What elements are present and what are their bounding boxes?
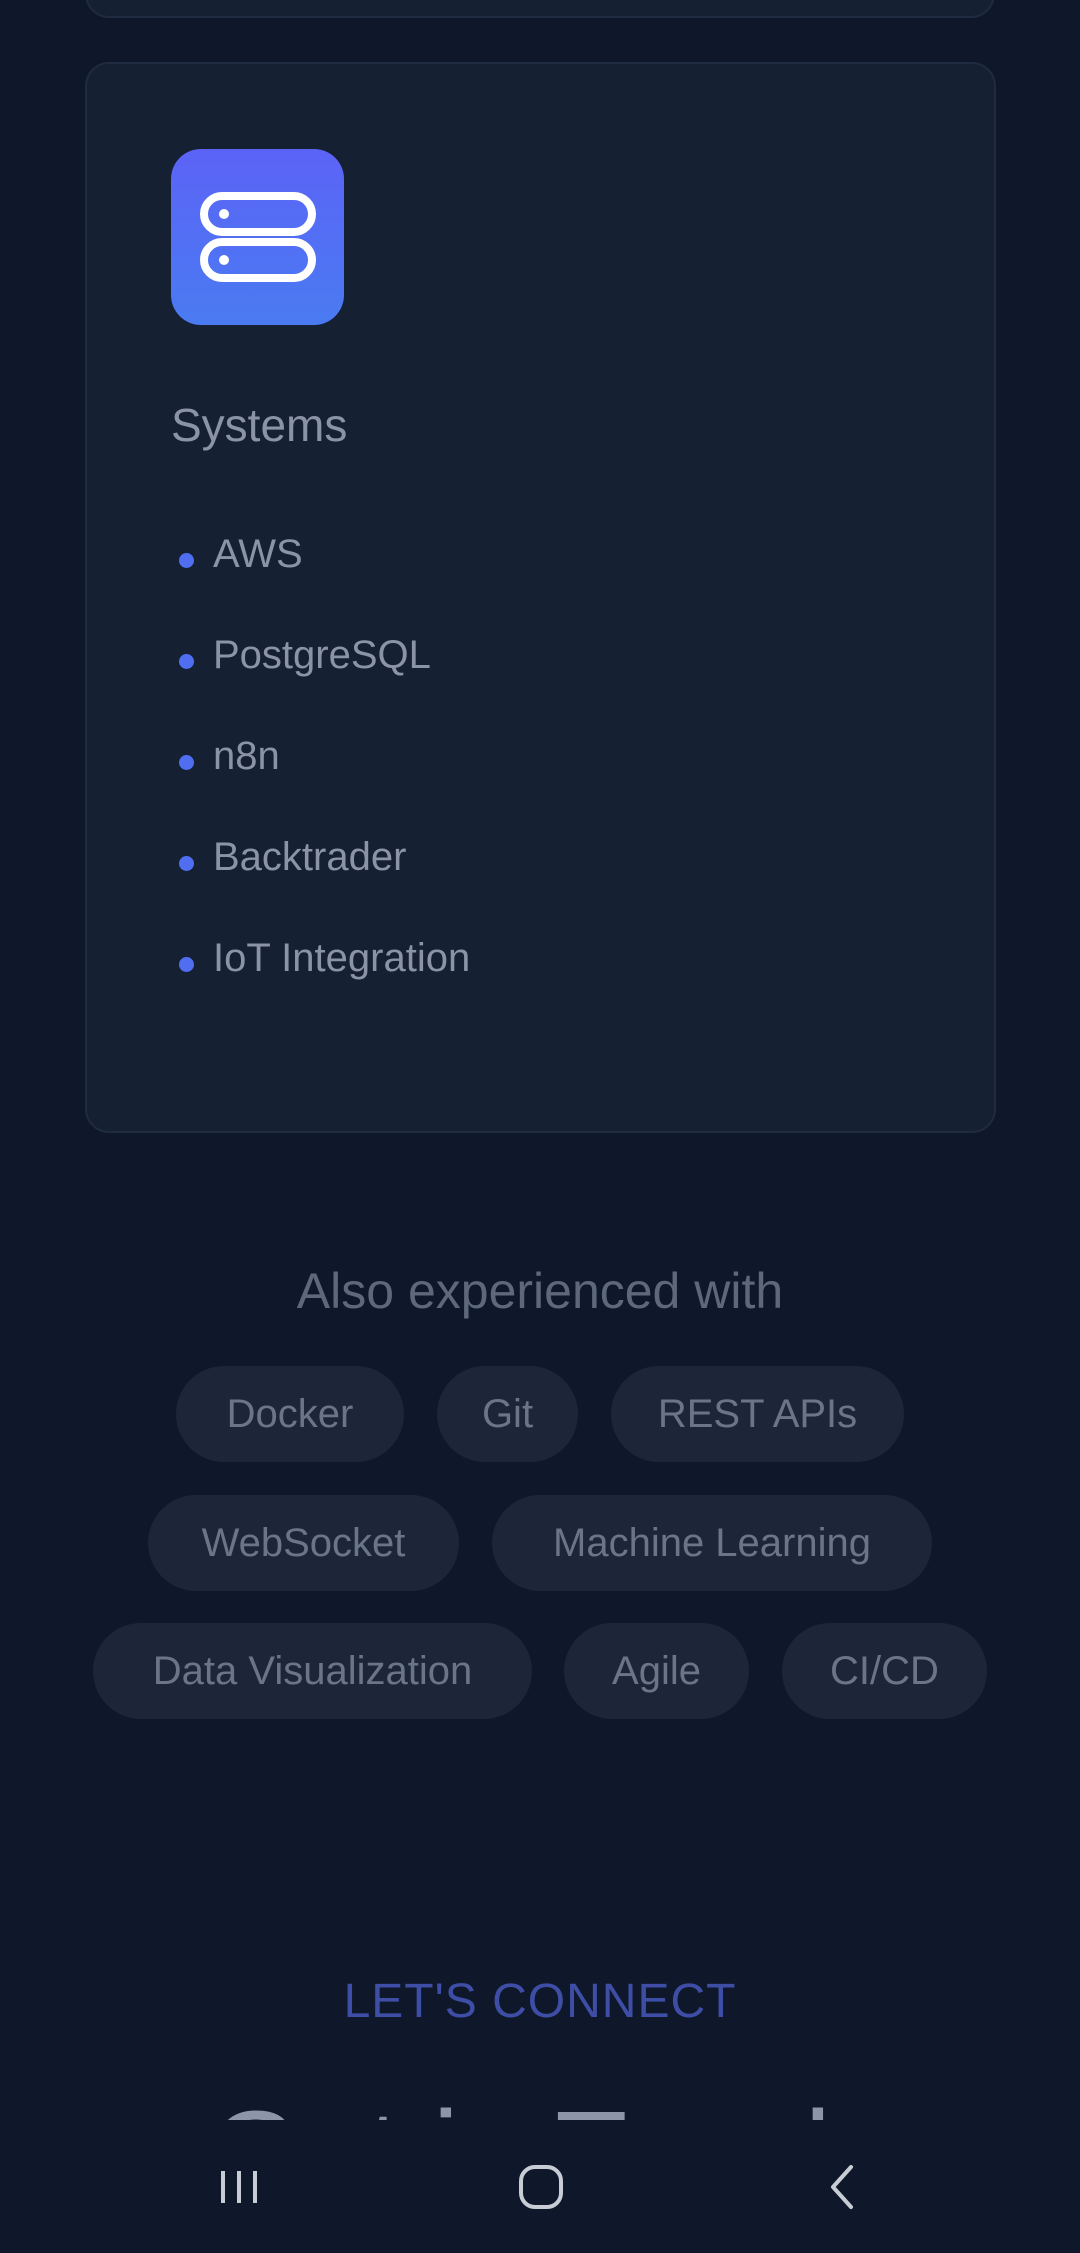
tech-chip-websocket: WebSocket <box>148 1495 459 1591</box>
tech-chip-docker: Docker <box>176 1366 404 1462</box>
skill-item: AWS <box>171 534 470 635</box>
skill-item: PostgreSQL <box>171 635 470 736</box>
back-icon[interactable] <box>803 2147 883 2227</box>
recent-apps-icon[interactable] <box>199 2147 279 2227</box>
skill-item: Backtrader <box>171 837 470 938</box>
bullet-dot-icon <box>179 755 194 770</box>
tech-chip-rest-apis: REST APIs <box>611 1366 904 1462</box>
get-in-touch-title: Get in Touch <box>0 2094 1080 2120</box>
tech-chip-data-visualization: Data Visualization <box>93 1623 532 1719</box>
bullet-dot-icon <box>179 856 194 871</box>
tech-chip-machine-learning: Machine Learning <box>492 1495 932 1591</box>
page: Systems AWS PostgreSQL n8n Backtrader Io… <box>0 0 1080 2253</box>
home-icon[interactable] <box>501 2147 581 2227</box>
bullet-dot-icon <box>179 957 194 972</box>
server-stack-icon <box>171 149 344 325</box>
card-title: Systems <box>171 399 348 451</box>
bullet-dot-icon <box>179 654 194 669</box>
previous-skill-card <box>85 0 995 18</box>
tech-chip-agile: Agile <box>564 1623 749 1719</box>
system-navigation-bar <box>0 2120 1080 2253</box>
skill-label: Backtrader <box>213 835 407 879</box>
skill-label: PostgreSQL <box>213 633 431 677</box>
lets-connect-label: LET'S CONNECT <box>343 1975 737 2028</box>
skill-label: AWS <box>213 532 303 576</box>
skill-label: IoT Integration <box>213 936 471 980</box>
skill-label: n8n <box>213 734 280 778</box>
also-experienced-heading: Also experienced with <box>296 1263 784 1319</box>
skill-item: IoT Integration <box>171 938 470 1039</box>
skill-card-systems: Systems AWS PostgreSQL n8n Backtrader Io… <box>85 62 996 1133</box>
skill-item: n8n <box>171 736 470 837</box>
tech-chip-git: Git <box>437 1366 578 1462</box>
get-in-touch-clip: Get in Touch <box>0 2080 1080 2120</box>
bullet-dot-icon <box>179 553 194 568</box>
tech-chip-ci-cd: CI/CD <box>782 1623 987 1719</box>
skill-list: AWS PostgreSQL n8n Backtrader IoT Integr… <box>171 534 470 1039</box>
